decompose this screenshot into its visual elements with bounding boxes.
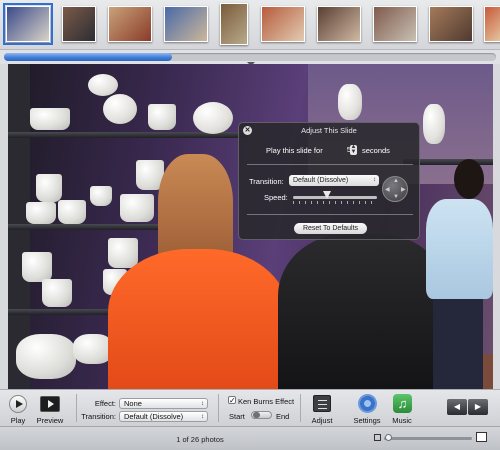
photo-cup	[90, 186, 112, 206]
play-button[interactable]	[9, 395, 27, 413]
next-slide-button[interactable]: ▶	[468, 399, 488, 415]
transition-label: Transition:	[81, 412, 116, 421]
scrollbar-thumb[interactable]	[4, 53, 172, 61]
duration-stepper[interactable]: ▲ ▼	[350, 144, 357, 155]
effect-label: Effect:	[94, 399, 116, 408]
panel-divider	[247, 214, 413, 215]
photo-figurine	[423, 104, 445, 144]
photo-cup	[36, 174, 62, 202]
filmstrip-thumb-10[interactable]	[484, 6, 500, 42]
transition-select[interactable]: Default (Dissolve) ↕	[119, 411, 208, 422]
photo-teapot	[88, 74, 118, 96]
settings-label: Settings	[353, 416, 381, 425]
photo-shelf	[8, 224, 178, 230]
photo-cup	[120, 194, 154, 222]
photo-cup	[42, 279, 72, 307]
adjust-label: Adjust	[311, 416, 333, 425]
zoom-small-icon[interactable]	[374, 434, 381, 441]
chevron-updown-icon: ↕	[201, 414, 204, 420]
status-bar: 1 of 26 photos	[0, 426, 500, 450]
play-label: Play	[10, 416, 26, 425]
music-note-icon[interactable]: ♫	[393, 394, 412, 413]
ken-burns-label: Ken Burns Effect	[238, 397, 295, 406]
filmstrip-thumb-6[interactable]	[261, 6, 305, 42]
photo-person-head	[454, 159, 484, 199]
transition-value: Default (Dissolve)	[293, 177, 349, 184]
filmstrip-thumb-9[interactable]	[429, 6, 473, 42]
slideshow-toolbar: Play Preview Effect: None ↕ Transition: …	[0, 389, 500, 426]
photo-person-blue-shirt	[426, 199, 493, 299]
photo-count-label: 1 of 26 photos	[176, 435, 224, 444]
filmstrip-scrollbar[interactable]	[0, 50, 500, 66]
photo-cup	[30, 108, 70, 130]
photo-cup	[22, 252, 52, 282]
speed-label: Speed:	[264, 193, 288, 202]
filmstrip-thumb-2[interactable]	[62, 6, 96, 42]
toolbar-divider	[218, 394, 219, 422]
play-for-label: Play this slide for	[266, 146, 323, 155]
filmstrip-thumb-1[interactable]	[3, 3, 53, 45]
photo-person-orange-hoodie	[108, 249, 288, 389]
photo-cup	[148, 104, 176, 130]
panel-title: Adjust This Slide	[301, 126, 357, 135]
preview-label: Preview	[36, 416, 64, 425]
music-label: Music	[392, 416, 412, 425]
panel-divider	[247, 164, 413, 165]
filmstrip-thumb-7[interactable]	[317, 6, 361, 42]
previous-slide-button[interactable]: ◀	[447, 399, 467, 415]
arrow-down-icon[interactable]: ▼	[393, 194, 399, 200]
photo-cup	[108, 238, 138, 268]
toolbar-divider	[300, 394, 301, 422]
photo-filmstrip	[0, 0, 500, 50]
settings-gear-icon[interactable]	[358, 394, 377, 413]
adjust-button[interactable]	[313, 395, 331, 412]
photo-person-black-hoodie	[278, 234, 448, 389]
chevron-updown-icon: ↕	[201, 401, 204, 407]
transition-value: Default (Dissolve)	[124, 412, 184, 421]
filmstrip-thumb-5[interactable]	[220, 3, 248, 45]
adjust-icon-line	[318, 400, 327, 401]
photo-cup	[26, 202, 56, 224]
reset-to-defaults-button[interactable]: Reset To Defaults	[294, 223, 367, 234]
zoom-large-icon[interactable]	[476, 432, 487, 442]
ken-burns-checkbox[interactable]: ✓	[228, 396, 236, 405]
adjust-icon-line	[318, 404, 327, 405]
speed-slider-knob[interactable]	[323, 191, 331, 199]
speed-slider-track[interactable]	[293, 196, 377, 199]
transition-label: Transition:	[249, 177, 284, 186]
photo-teapot	[103, 94, 137, 124]
speed-slider-ticks	[293, 201, 377, 204]
photo-teapot	[193, 102, 233, 134]
start-label: Start	[229, 412, 245, 421]
chevron-updown-icon: ↕	[373, 177, 376, 183]
filmstrip-thumb-8[interactable]	[373, 6, 417, 42]
filmstrip-thumb-3[interactable]	[108, 6, 152, 42]
duration-unit-label: seconds	[362, 146, 390, 155]
photo-cup	[58, 200, 86, 224]
photo-bowl-stack	[73, 334, 113, 364]
direction-pad-icon[interactable]: ▲ ▼ ◀ ▶	[382, 176, 408, 202]
filmstrip-thumb-4[interactable]	[164, 6, 208, 42]
ken-burns-start-end-toggle[interactable]	[251, 411, 272, 419]
adjust-icon-line	[318, 408, 327, 409]
adjust-slide-panel: ✕ Adjust This Slide Play this slide for …	[238, 122, 420, 240]
end-label: End	[276, 412, 290, 421]
arrow-right-icon[interactable]: ▶	[401, 186, 406, 193]
arrow-up-icon[interactable]: ▲	[393, 178, 399, 184]
effect-select[interactable]: None ↕	[119, 398, 208, 409]
photo-person-jeans	[433, 299, 483, 389]
zoom-slider-track[interactable]	[384, 437, 472, 440]
zoom-slider-knob[interactable]	[385, 434, 392, 441]
photo-figurine	[338, 84, 362, 120]
effect-value: None	[124, 399, 142, 408]
arrow-left-icon[interactable]: ◀	[385, 186, 390, 193]
transition-select[interactable]: Default (Dissolve) ↕	[289, 175, 379, 186]
preview-button[interactable]	[40, 396, 60, 412]
slideshow-editor-window: ✕ Adjust This Slide Play this slide for …	[0, 0, 500, 450]
photo-bowl-stack	[16, 334, 76, 379]
